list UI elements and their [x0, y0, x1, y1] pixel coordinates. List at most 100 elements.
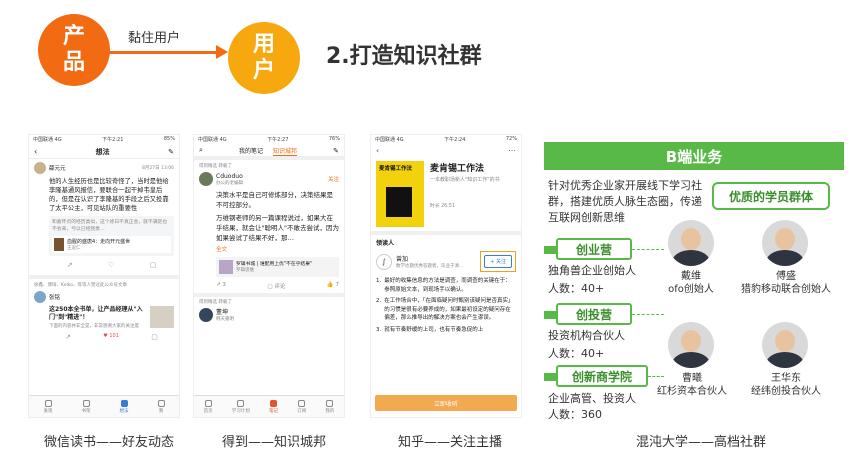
like-icon[interactable]: ♡	[108, 261, 114, 269]
share-icon[interactable]: ↗	[65, 333, 71, 341]
more-icon[interactable]: ⋯	[508, 146, 516, 156]
tab-label: 首页	[203, 408, 213, 414]
post-body-2: 万维钢老师的另一篇课程说过，如果大在乎结果，就会让"聪明人"不敢去尝试，因为如果…	[216, 214, 339, 242]
arrow-head-icon	[216, 45, 228, 59]
person-photo	[668, 220, 714, 266]
linked-card[interactable]: 罗辑书城 | 谁配用上优"不在乎结果" 罗辑思维	[216, 257, 339, 277]
tab-plan[interactable]: 学习计划	[232, 399, 250, 414]
caption-dedao: 得到——知识城邦	[222, 435, 327, 450]
section-label: 创新商学院	[571, 369, 632, 384]
person-role: 红杉资本合伙人	[657, 386, 727, 397]
back-icon[interactable]: ‹	[34, 147, 37, 156]
article-title[interactable]: 这250本全书单，让产品经理从"入门"到"精进"！	[49, 306, 147, 322]
comment-label: 评论	[274, 284, 286, 290]
liked-row: 徐鑫、博琦、Kelko、等等人赞过此公众号文章	[34, 283, 127, 288]
status-bar: 中国联通 4G 下午2:24 72%	[371, 135, 521, 145]
intro-text: 针对优秀企业家开展线下学习社群，搭建优质人脉生态圈，传递互联网创新思维	[548, 179, 702, 224]
paragraph-2: 在工作场合中，「在面临疑问时甄别该疑问是否真实」的习惯是很有必要养成的，如果最初…	[384, 298, 514, 321]
post-date: 8月27日 13:06	[142, 166, 174, 171]
like-count[interactable]: ♥ 101	[103, 333, 119, 341]
book-author: 王逗仁	[67, 246, 81, 251]
follow-button[interactable]: + 关注	[484, 255, 512, 268]
clock: 下午2:21	[102, 137, 124, 143]
b-business-header: B端业务	[544, 142, 844, 170]
comment-icon[interactable]: ▢	[150, 261, 157, 269]
dedao-screenshot: 中国联通 4G 下午2:27 76% ⌕ 我的笔记 知识城邦 ✎ 得到精选 转载…	[193, 134, 345, 418]
tab-subscribe[interactable]: 订阅	[297, 399, 307, 414]
reader-avatar[interactable]: ∫	[376, 253, 392, 270]
product-label: 产品	[62, 24, 85, 75]
book-card[interactable]: 血腥的盛唐4：走向开元盛世 王逗仁	[52, 236, 171, 253]
tab-ideas[interactable]: 想法	[120, 399, 129, 414]
tab-label: 订阅	[297, 408, 307, 414]
comment-button[interactable]: ▢ 评论	[267, 282, 285, 290]
compose-icon[interactable]: ✎	[168, 148, 174, 156]
tab-my-notes[interactable]: 我的笔记	[239, 146, 263, 156]
post-author[interactable]: 张铭	[49, 293, 60, 301]
carrier: 中国联通 4G	[198, 137, 227, 143]
startup-count: 人数：40+	[548, 282, 605, 295]
post-body: 他的人生经历也是比较奇怪了，当时是他给李隆基通风报信，要联合一起干掉韦皇后的，但…	[49, 178, 169, 212]
book-cover: 麦肯锡工作法	[376, 161, 424, 227]
post-author[interactable]: Cduoduo	[216, 173, 243, 180]
person-photo	[668, 322, 714, 368]
avatar[interactable]	[199, 172, 213, 186]
avatar[interactable]	[199, 307, 213, 322]
compass-icon	[44, 399, 52, 407]
tab-notes[interactable]: 笔记	[269, 399, 278, 414]
venture-desc: 投资机构合伙人	[548, 329, 625, 342]
follow-button[interactable]: 关注	[328, 175, 339, 183]
person-name: 王华东	[771, 373, 801, 384]
tab-discover[interactable]: 发现	[43, 399, 53, 414]
repost-count[interactable]: ↗ 3	[216, 282, 226, 290]
avatar[interactable]	[34, 291, 46, 303]
person-card: 戴维 ofo创始人	[656, 270, 726, 296]
paragraph-1: 最好的收集信息的方法是调查，而调查的关键在于：参照原始文本，到现场手以确认。	[384, 278, 511, 293]
post-author[interactable]: 董坤	[216, 307, 234, 316]
product-circle: 产品	[38, 14, 110, 86]
status-bar: 中国联通 4G 下午2:21 85%	[29, 135, 179, 145]
repost-label: 得到精选 转载了	[199, 164, 232, 169]
tab-home[interactable]: 首页	[203, 399, 213, 414]
arrow-line	[108, 51, 220, 54]
startup-desc: 独角兽企业创始人	[548, 264, 636, 277]
compose-icon[interactable]: ✎	[333, 147, 339, 155]
like-count-value: 101	[109, 333, 119, 339]
tab-shelf[interactable]: 书架	[82, 399, 91, 414]
read-more-link[interactable]: 全文	[216, 245, 339, 253]
repost-label: 得到精选 转载了	[199, 300, 232, 305]
like-count[interactable]: 👍 7	[327, 282, 339, 290]
tab-label: 发现	[43, 408, 53, 414]
tab-bar: 首页 学习计划 笔记 订阅 我的	[194, 395, 344, 417]
listen-now-label: 立即收听	[433, 400, 458, 408]
subscribe-icon	[298, 399, 306, 407]
book-desc: 一本教职场新人"知识工作"的书	[430, 177, 500, 183]
article-thumbnail	[150, 306, 174, 328]
list-number: 1.	[376, 278, 382, 284]
back-icon[interactable]: ‹	[376, 146, 379, 156]
post-author[interactable]: 薛元元	[49, 164, 66, 172]
tab-mine[interactable]: 我的	[325, 399, 334, 414]
list-number: 2.	[376, 298, 382, 304]
listen-now-button[interactable]: 立即收听	[375, 395, 517, 411]
b-business-title: B端业务	[665, 147, 723, 166]
person-name: 曹曦	[682, 373, 702, 384]
avatar[interactable]	[34, 162, 46, 174]
share-icon[interactable]: ↗	[67, 261, 73, 269]
clock: 下午2:24	[444, 137, 466, 143]
nav-title: 想法	[95, 147, 110, 156]
tab-me[interactable]: 我	[157, 399, 165, 414]
section-label: 创业营	[575, 242, 612, 257]
tab-knowledge-city[interactable]: 知识城邦	[273, 146, 298, 156]
tab-label: 我	[158, 408, 164, 414]
search-icon[interactable]: ⌕	[199, 146, 203, 155]
slide: 产品 黏住用户 用户 2.打造知识社群 中国联通 4G 下午2:21 85% ‹…	[0, 0, 864, 476]
chat-icon	[120, 399, 128, 407]
comment-icon[interactable]: ▢	[151, 333, 158, 341]
reader-name[interactable]: 曾加	[396, 254, 476, 263]
paragraph-3: 就有节奏舒缓的上司，也有节奏急促的上	[384, 326, 484, 333]
school-desc: 企业高管、投资人	[548, 392, 636, 405]
carrier: 中国联通 4G	[375, 137, 404, 143]
caption-hundun: 混沌大学——高档社群	[636, 435, 767, 450]
author-subtitle: 韩天嘉明	[216, 317, 234, 322]
